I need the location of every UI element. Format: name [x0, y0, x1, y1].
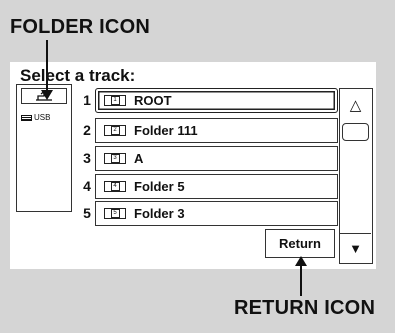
scrollbar[interactable]: △ ▼ [339, 88, 373, 264]
folder-icon: 2 [104, 125, 126, 136]
return-icon-callout: RETURN ICON [234, 297, 376, 319]
folder-icon-callout: FOLDER ICON [10, 16, 150, 38]
track-item-folder-3[interactable]: 5 Folder 3 [95, 201, 338, 226]
track-number: 1 [83, 92, 91, 108]
usb-source: USB [21, 113, 50, 122]
track-row: 5 5 Folder 3 [80, 201, 350, 226]
return-callout-leader [300, 262, 302, 296]
screen-prompt: Select a track: [20, 66, 136, 85]
folder-icon: 4 [104, 181, 126, 192]
scroll-down-button[interactable]: ▼ [340, 233, 371, 263]
track-label: Folder 111 [134, 123, 198, 138]
track-label: ROOT [134, 93, 172, 108]
folder-callout-arrowhead [41, 90, 53, 100]
triangle-down-icon: ▼ [349, 241, 362, 256]
track-select-screen: Select a track: USB 1 1 ROOT 2 2 Folder … [10, 62, 376, 269]
folder-icon: 3 [104, 153, 126, 164]
track-number: 4 [83, 178, 91, 194]
track-number: 2 [83, 122, 91, 138]
track-row: 2 2 Folder 111 [80, 118, 350, 143]
usb-icon [21, 114, 32, 121]
triangle-up-icon: △ [349, 97, 362, 114]
track-item-root[interactable]: 1 ROOT [95, 88, 338, 113]
scroll-thumb[interactable] [342, 123, 369, 141]
scroll-up-button[interactable]: △ [340, 89, 371, 121]
track-label: Folder 3 [134, 206, 185, 221]
folder-callout-leader [46, 40, 48, 96]
folder-icon: 5 [104, 208, 126, 219]
return-callout-arrowhead [295, 256, 307, 266]
track-label: Folder 5 [134, 179, 185, 194]
track-number: 3 [83, 150, 91, 166]
folder-icon: 1 [104, 95, 126, 106]
track-item-a[interactable]: 3 A [95, 146, 338, 171]
usb-label: USB [34, 113, 51, 122]
track-row: 4 4 Folder 5 [80, 174, 350, 199]
track-row: 3 3 A [80, 146, 350, 171]
track-label: A [134, 151, 144, 166]
return-button[interactable]: Return [265, 229, 335, 258]
source-panel: USB [16, 84, 72, 212]
track-row: 1 1 ROOT [80, 88, 350, 113]
track-item-folder-5[interactable]: 4 Folder 5 [95, 174, 338, 199]
track-item-folder-111[interactable]: 2 Folder 111 [95, 118, 338, 143]
track-number: 5 [83, 205, 91, 221]
